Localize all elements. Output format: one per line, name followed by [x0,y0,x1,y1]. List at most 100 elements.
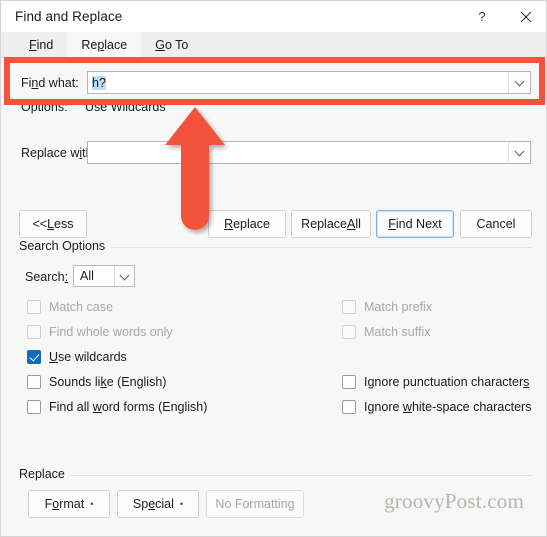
checkbox-find-whole-words-only[interactable]: Find whole words only [27,325,173,339]
checkbox-ignore-punctuation[interactable]: Ignore punctuation characters [342,375,529,389]
search-options-group-label: Search Options [19,239,112,253]
tab-strip: Find Re p lace Go To [1,32,546,58]
checkbox-find-all-word-forms-acc: w [92,400,102,414]
find-what-input[interactable]: h? [88,72,508,93]
checkbox-ignore-whitespace-label: Ignore white-space characters [364,400,531,414]
replace-all-button-pre: Replace [301,217,347,231]
checkbox-match-prefix[interactable]: Match prefix [342,300,432,314]
special-button-post: cial [155,497,174,511]
close-glyph [520,11,532,22]
checkbox-find-whole-words-only-label: Find whole words only [49,325,173,339]
no-formatting-button[interactable]: No Formatting [206,490,304,518]
checkbox-use-wildcards-post: se wildcards [58,350,127,364]
checkbox-find-all-word-forms-post: ord forms (English) [101,400,208,414]
tab-replace-label-pre: Re [81,38,98,52]
checkbox-find-all-word-forms-pre: Find all [49,400,93,414]
cancel-button[interactable]: Cancel [460,210,532,238]
format-button[interactable]: Format • [28,490,110,518]
tab-find[interactable]: Find [15,32,67,58]
find-what-combobox[interactable]: h? [87,71,531,94]
replace-with-label: Replace with: [21,146,96,160]
replace-button[interactable]: Replace [208,210,286,238]
replace-all-button-acc: A [346,217,356,231]
cancel-button-label: Cancel [476,217,516,231]
tab-goto-acc: G [155,38,165,52]
title-bar-buttons: ? [460,1,546,32]
find-and-replace-dialog: Find and Replace ? Find Replace Go To [0,0,547,537]
search-label-acc: : [64,270,69,284]
tab-replace-acc: p [97,38,105,52]
less-button[interactable]: << Less [19,210,87,238]
checkbox-ignore-punctuation-pre: Ignore punctuation character [364,375,524,389]
less-button-acc: L [47,217,55,231]
help-glyph: ? [478,9,486,24]
format-button-post: rmat [59,497,85,511]
replace-group-divider [19,475,532,476]
chevron-down-icon [120,272,129,281]
tab-replace-label-post: lace [104,38,128,52]
format-button-text: Format [45,497,85,511]
special-button-pre: Sp [132,497,149,511]
replace-group-label: Replace [19,467,71,481]
checkbox-ignore-punctuation-label: Ignore punctuation characters [364,375,529,389]
special-button[interactable]: Special • [117,490,199,518]
checkbox-ignore-punctuation-acc: s [523,375,530,389]
tab-replace[interactable]: Re p lace [67,32,142,58]
replace-button-post: eplace [233,217,270,231]
search-label: Search: [25,270,68,284]
options-label: Options: [21,100,68,114]
find-next-button-post: ind Next [395,217,442,231]
checkbox-ignore-whitespace-acc: w [402,400,412,414]
checkbox-box [342,325,356,339]
find-what-label-post: d what: [38,76,79,90]
checkbox-ignore-whitespace[interactable]: Ignore white-space characters [342,400,531,414]
checkbox-match-case[interactable]: Match case [27,300,113,314]
checkbox-match-suffix[interactable]: Match suffix [342,325,430,339]
find-next-button-acc: F [388,217,396,231]
checkbox-box [27,300,41,314]
close-icon[interactable] [504,1,546,32]
find-next-button[interactable]: Find Next [376,210,454,238]
checkbox-ignore-whitespace-post: hite-space characters [411,400,532,414]
dialog-body: Find what: h? Options: Use Wildcards Rep… [1,58,546,536]
checkbox-sounds-like-pre: Sounds li [49,375,101,389]
search-direction-dropdown-button[interactable] [114,266,134,286]
help-icon[interactable]: ? [460,1,504,32]
no-formatting-button-label: No Formatting [215,497,295,511]
checkbox-sounds-like-post: e (English) [106,375,167,389]
checkbox-use-wildcards[interactable]: Use wildcards [27,350,127,364]
checkbox-sounds-like[interactable]: Sounds like (English) [27,375,166,389]
find-what-value: h? [92,75,106,90]
tab-find-label: ind [36,38,54,52]
checkbox-find-all-word-forms[interactable]: Find all word forms (English) [27,400,207,414]
checkbox-box [27,375,41,389]
checkbox-box [342,300,356,314]
less-button-post: ess [54,217,74,231]
tab-goto[interactable]: Go To [141,32,202,58]
tab-list: Find Re p lace Go To [15,32,202,58]
replace-with-input[interactable] [88,142,508,163]
search-direction-select[interactable]: All [73,265,135,287]
checkbox-match-case-label: Match case [49,300,113,314]
page-title: Find and Replace [15,9,123,24]
dropdown-marker-icon: • [90,498,94,509]
checkbox-find-all-word-forms-label: Find all word forms (English) [49,400,207,414]
replace-with-dropdown-button[interactable] [508,142,530,163]
chevron-down-icon [515,78,524,87]
search-label-pre: Search [25,270,65,284]
title-bar: Find and Replace ? [1,1,546,32]
checkbox-match-prefix-label: Match prefix [364,300,433,314]
checkbox-match-suffix-label: Match suffix [364,325,431,339]
chevron-down-icon [515,148,524,157]
checkbox-sounds-like-label: Sounds like (English) [49,375,166,389]
checkbox-ignore-whitespace-pre: Ignore [364,400,403,414]
find-what-label-pre: Fi [21,76,32,90]
dropdown-marker-icon: • [179,498,184,509]
replace-all-button[interactable]: Replace All [291,210,371,238]
checkbox-box [27,400,41,414]
checkbox-use-wildcards-label: Use wildcards [49,350,127,364]
find-what-dropdown-button[interactable] [508,72,530,93]
replace-with-combobox[interactable] [87,141,531,164]
less-button-pre: << [32,217,48,231]
checkbox-box [342,375,356,389]
